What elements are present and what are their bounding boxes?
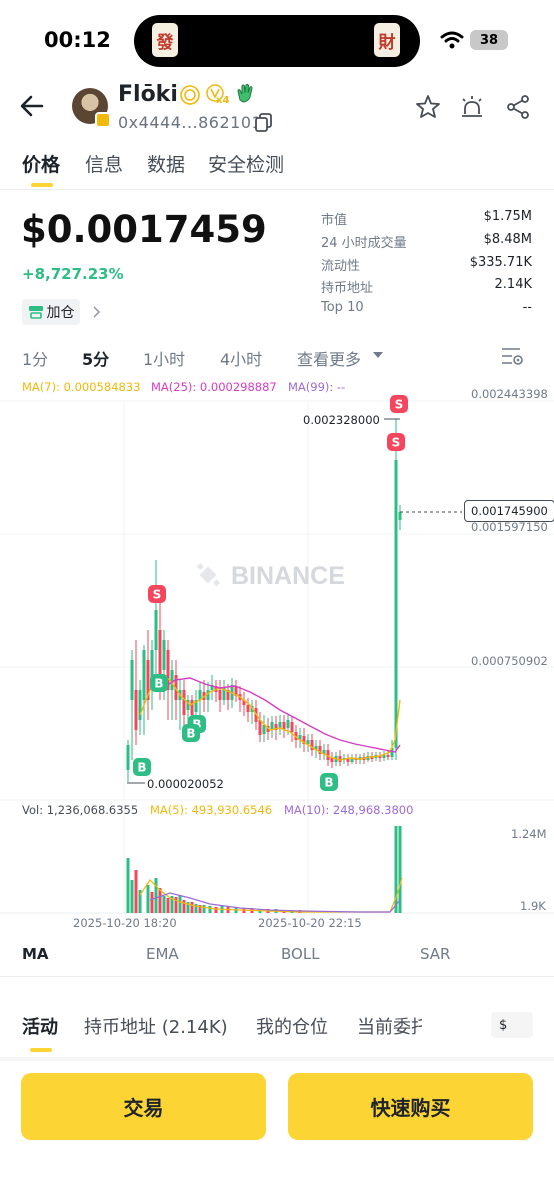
currency-toggle[interactable]: $: [491, 1012, 533, 1038]
candle-body: [134, 690, 138, 730]
marker-label: B: [186, 727, 195, 741]
candlesticks: [126, 419, 402, 782]
candle-body: [394, 460, 398, 748]
volume-bar: [158, 888, 162, 913]
candle-body: [386, 755, 390, 757]
price-axis-mid: 0.001597150: [471, 520, 548, 534]
tab-my-positions[interactable]: 我的仓位: [256, 1013, 328, 1039]
tab-holders[interactable]: 持币地址 (2.14K): [84, 1013, 228, 1039]
candle-body: [278, 722, 282, 728]
volume-bar: [208, 906, 212, 913]
activity-tab-indicator: [30, 1048, 52, 1052]
volume-bar: [150, 892, 154, 913]
candle-body: [182, 690, 186, 715]
candle-body: [258, 720, 262, 735]
volume-bar: [154, 878, 158, 913]
candle-body: [246, 705, 250, 712]
price-chart[interactable]: BINANCE 0.002328000 0.000020052 SBBBBBSS: [0, 0, 554, 935]
vol-axis-top: 1.24M: [511, 827, 547, 841]
volume-bar: [162, 896, 166, 913]
candle-body: [218, 690, 222, 700]
volume-bar: [134, 870, 138, 913]
candle-body: [190, 700, 194, 715]
marker-label: S: [395, 398, 404, 412]
vol-axis-bottom: 1.9K: [520, 899, 546, 913]
volume-bar: [182, 900, 186, 913]
candle-body: [170, 670, 174, 690]
time-axis-right: 2025-10-20 22:15: [258, 916, 362, 930]
section-divider: [0, 1057, 554, 1061]
binance-watermark-text: BINANCE: [231, 562, 345, 590]
volume-bars: [126, 826, 402, 913]
trade-markers: SBBBBBSS: [133, 395, 408, 791]
current-price-tag: 0.001745900: [464, 500, 554, 522]
price-axis-top: 0.002443398: [471, 387, 548, 401]
tab-activity[interactable]: 活动: [22, 1013, 58, 1039]
activity-tabs-scroller[interactable]: 活动 持币地址 (2.14K) 我的仓位 当前委托: [0, 1000, 480, 1045]
time-axis-left: 2025-10-20 18:20: [73, 916, 177, 930]
binance-watermark: [196, 562, 221, 587]
candle-body: [290, 722, 294, 732]
candle-body: [154, 610, 158, 650]
indicator-ema[interactable]: EMA: [146, 945, 179, 963]
volume-bar: [202, 905, 206, 913]
candle-body: [158, 630, 162, 680]
candle-body: [162, 640, 166, 670]
quick-buy-button[interactable]: 快速购买: [288, 1073, 533, 1140]
vol-ma10-legend: MA(10): 248,968.3800: [284, 803, 414, 817]
candle-body: [262, 725, 266, 734]
chart-high-label: 0.002328000: [303, 413, 380, 427]
candle-body: [398, 512, 402, 520]
indicator-sar[interactable]: SAR: [420, 945, 450, 963]
trade-button[interactable]: 交易: [21, 1073, 266, 1140]
marker-label: B: [324, 776, 333, 790]
volume-bar: [190, 902, 194, 913]
volume-bar: [166, 898, 170, 913]
volume-bar: [126, 858, 130, 913]
marker-label: B: [154, 677, 163, 691]
volume-legend: Vol: 1,236,068.6355: [22, 803, 139, 817]
candle-body: [130, 660, 134, 700]
indicator-boll[interactable]: BOLL: [281, 945, 320, 963]
volume-bar: [178, 895, 182, 913]
candle-body: [142, 650, 146, 700]
volume-bar: [234, 908, 238, 913]
chart-low-label: 0.000020052: [147, 777, 224, 791]
divider: [0, 976, 554, 977]
volume-bar: [214, 907, 218, 913]
volume-bar: [146, 885, 150, 913]
marker-label: B: [137, 761, 146, 775]
candle-body: [138, 690, 142, 720]
candle-body: [126, 745, 130, 770]
tab-open-orders[interactable]: 当前委托: [357, 1013, 422, 1039]
candle-body: [286, 720, 290, 728]
marker-label: S: [153, 588, 162, 602]
marker-label: S: [392, 436, 401, 450]
ma7-line: [139, 674, 401, 761]
tab-fade: [428, 1000, 480, 1045]
indicator-ma[interactable]: MA: [22, 945, 49, 963]
volume-bar: [194, 904, 198, 913]
vol-ma5-legend: MA(5): 493,930.6546: [150, 803, 273, 817]
volume-bar: [130, 880, 134, 913]
volume-bar: [398, 826, 402, 913]
price-axis-low: 0.000750902: [471, 654, 548, 668]
